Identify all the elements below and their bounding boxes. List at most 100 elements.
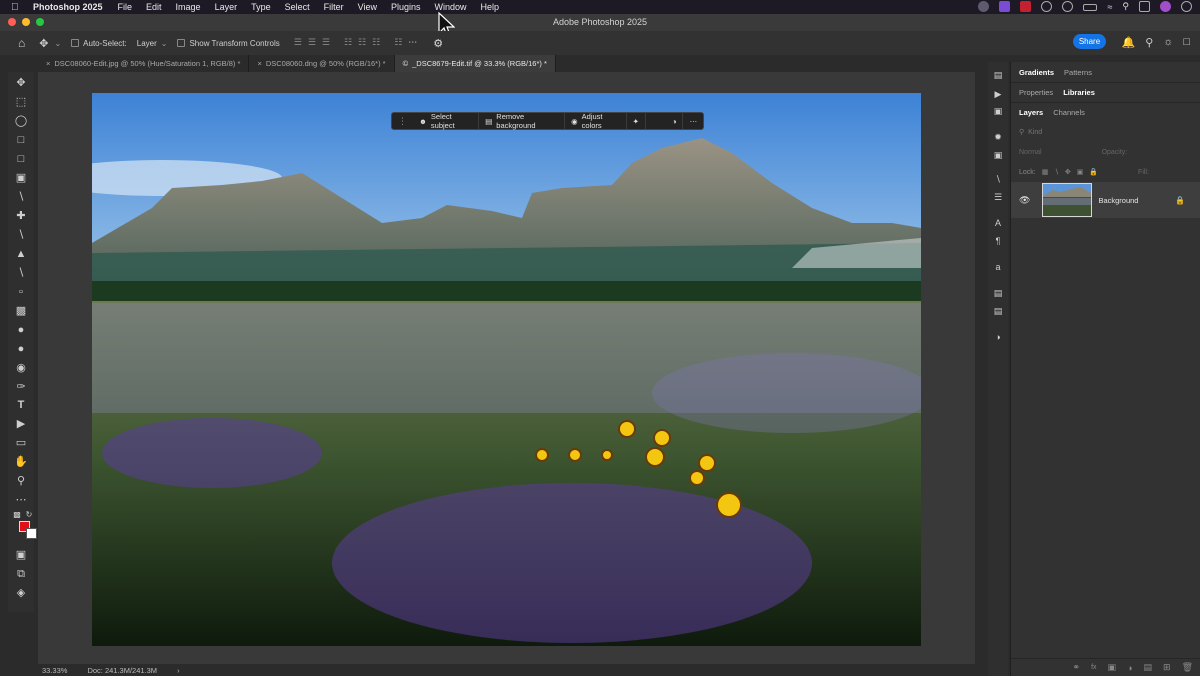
select-subject-button[interactable]: ☻ Select subject: [413, 112, 480, 130]
apple-icon[interactable]: : [11, 2, 23, 13]
zoom-window-icon[interactable]: [36, 18, 44, 26]
notes-icon[interactable]: ▤: [992, 306, 1004, 318]
gradient-tool-icon[interactable]: ▩: [14, 304, 28, 318]
battery-icon[interactable]: [1083, 4, 1098, 11]
move-tool-icon[interactable]: ✥: [39, 37, 48, 50]
align-top-icon[interactable]: ☷: [344, 37, 352, 50]
chevron-down-icon[interactable]: ⌄: [161, 39, 168, 48]
healing-brush-tool-icon[interactable]: ✚: [14, 209, 28, 223]
tab-layers[interactable]: Layers: [1019, 108, 1043, 117]
creative-cloud-icon[interactable]: [978, 1, 990, 12]
history-icon[interactable]: ▤: [992, 70, 1004, 82]
settings-gear-icon[interactable]: ⚙: [433, 37, 443, 50]
app-menu[interactable]: Photoshop 2025: [33, 2, 103, 12]
tab-properties[interactable]: Properties: [1019, 88, 1053, 97]
comments-icon[interactable]: ▣: [992, 106, 1004, 118]
tab-patterns[interactable]: Patterns: [1064, 68, 1092, 77]
sync-icon[interactable]: [1041, 1, 1053, 12]
more-options-icon[interactable]: ⋯: [408, 37, 417, 50]
crop-tool-icon[interactable]: □: [14, 152, 28, 166]
spotlight-icon[interactable]: ⚲: [1122, 1, 1129, 12]
chevron-right-icon[interactable]: ›: [177, 666, 180, 675]
layer-row-background[interactable]: 👁 Background 🔒: [1011, 182, 1200, 218]
align-left-icon[interactable]: ☰: [294, 37, 302, 50]
align-center-icon[interactable]: ☰: [308, 37, 316, 50]
menu-type[interactable]: Type: [251, 2, 271, 12]
generative-fill-icon[interactable]: ◈: [14, 586, 28, 600]
discover-icon[interactable]: ☼: [1163, 36, 1173, 49]
dodge-tool-icon[interactable]: ●: [14, 342, 28, 356]
quick-mask-icon[interactable]: ▣: [14, 548, 28, 562]
swatches-icon[interactable]: ▣: [992, 150, 1004, 162]
screen-share-icon[interactable]: [999, 1, 1011, 12]
lock-transparent-icon[interactable]: ▦: [1042, 168, 1049, 176]
menu-select[interactable]: Select: [285, 2, 310, 12]
share-button[interactable]: Share: [1073, 34, 1106, 49]
link-layers-icon[interactable]: ⚭: [1073, 662, 1081, 673]
tab-document-1[interactable]: × DSC08060-Edit.jpg @ 50% (Hue/Saturation…: [38, 55, 250, 72]
path-selection-tool-icon[interactable]: ▶: [14, 417, 28, 431]
canvas-image[interactable]: [92, 93, 921, 646]
menu-image[interactable]: Image: [176, 2, 201, 12]
menu-filter[interactable]: Filter: [324, 2, 344, 12]
menu-edit[interactable]: Edit: [146, 2, 162, 12]
info-icon[interactable]: ▤: [992, 288, 1004, 300]
layer-lock-icon[interactable]: 🔒: [1175, 196, 1185, 205]
align-middle-icon[interactable]: ☷: [358, 37, 366, 50]
history-brush-tool-icon[interactable]: ∖: [14, 266, 28, 280]
lasso-tool-icon[interactable]: ◯: [14, 114, 28, 128]
notification-bell-icon[interactable]: 🔔: [1121, 36, 1135, 49]
tab-libraries[interactable]: Libraries: [1063, 88, 1095, 97]
actions-play-icon[interactable]: ▶: [992, 89, 1004, 101]
swap-colors-icon[interactable]: ↻: [22, 508, 36, 522]
pen-tool-icon[interactable]: ✑: [14, 380, 28, 394]
frame-tool-icon[interactable]: ▣: [14, 171, 28, 185]
remove-background-button[interactable]: ▤ Remove background: [479, 112, 566, 130]
home-icon[interactable]: ⌂: [18, 36, 25, 50]
brush-tool-icon[interactable]: ∖: [14, 228, 28, 242]
glyphs-icon[interactable]: a: [992, 262, 1004, 274]
adjust-colors-button[interactable]: ◉ Adjust colors: [565, 112, 627, 130]
blur-tool-icon[interactable]: ●: [14, 323, 28, 337]
menu-plugins[interactable]: Plugins: [391, 2, 421, 12]
auto-select-checkbox[interactable]: [71, 39, 80, 47]
add-mask-icon[interactable]: ▣: [1108, 662, 1117, 673]
tab-close-icon[interactable]: ×: [257, 59, 261, 68]
lock-pixels-icon[interactable]: ∖: [1054, 168, 1058, 176]
auto-select-dropdown[interactable]: Layer: [137, 39, 157, 48]
fx-icon[interactable]: fx: [1091, 664, 1096, 671]
background-color-swatch[interactable]: [26, 528, 37, 539]
workspace-icon[interactable]: □: [1183, 36, 1190, 49]
move-tool-icon[interactable]: ✥: [14, 76, 28, 90]
align-right-icon[interactable]: ☰: [322, 37, 330, 50]
minimize-window-icon[interactable]: [22, 18, 30, 26]
record-icon[interactable]: [1020, 1, 1032, 12]
object-selection-tool-icon[interactable]: □: [14, 133, 28, 147]
brush-settings-icon[interactable]: ✹: [992, 132, 1004, 144]
tab-gradients[interactable]: Gradients: [1019, 68, 1054, 77]
magic-wand-button[interactable]: ✦: [627, 113, 646, 129]
adjustment-layer-icon[interactable]: ◑: [1127, 663, 1132, 673]
search-icon[interactable]: ⚲: [1145, 36, 1153, 49]
lock-position-icon[interactable]: ✥: [1065, 168, 1071, 176]
menu-window[interactable]: Window: [435, 2, 467, 12]
clone-stamp-tool-icon[interactable]: ▲: [14, 247, 28, 261]
sponge-tool-icon[interactable]: ◉: [14, 361, 28, 375]
menu-help[interactable]: Help: [481, 2, 500, 12]
adjustments-icon[interactable]: ☰: [992, 192, 1004, 204]
hand-tool-icon[interactable]: ✋: [14, 455, 28, 469]
adjustment-button[interactable]: ◑: [666, 113, 684, 129]
user-avatar-icon[interactable]: [1160, 1, 1171, 12]
align-bottom-icon[interactable]: ☷: [372, 37, 380, 50]
zoom-tool-icon[interactable]: ⚲: [14, 474, 28, 488]
more-button[interactable]: ⋯: [683, 113, 703, 129]
blend-mode-dropdown[interactable]: Normal: [1019, 149, 1042, 156]
play-icon[interactable]: [1062, 1, 1074, 12]
eyedropper-tool-icon[interactable]: ∖: [14, 190, 28, 204]
type-tool-icon[interactable]: T: [14, 398, 28, 412]
menu-view[interactable]: View: [358, 2, 377, 12]
menu-layer[interactable]: Layer: [215, 2, 238, 12]
drag-handle-icon[interactable]: ⋮: [398, 116, 407, 127]
color-icon[interactable]: ◑: [992, 332, 1004, 344]
delete-layer-icon[interactable]: 🗑: [1182, 662, 1193, 673]
